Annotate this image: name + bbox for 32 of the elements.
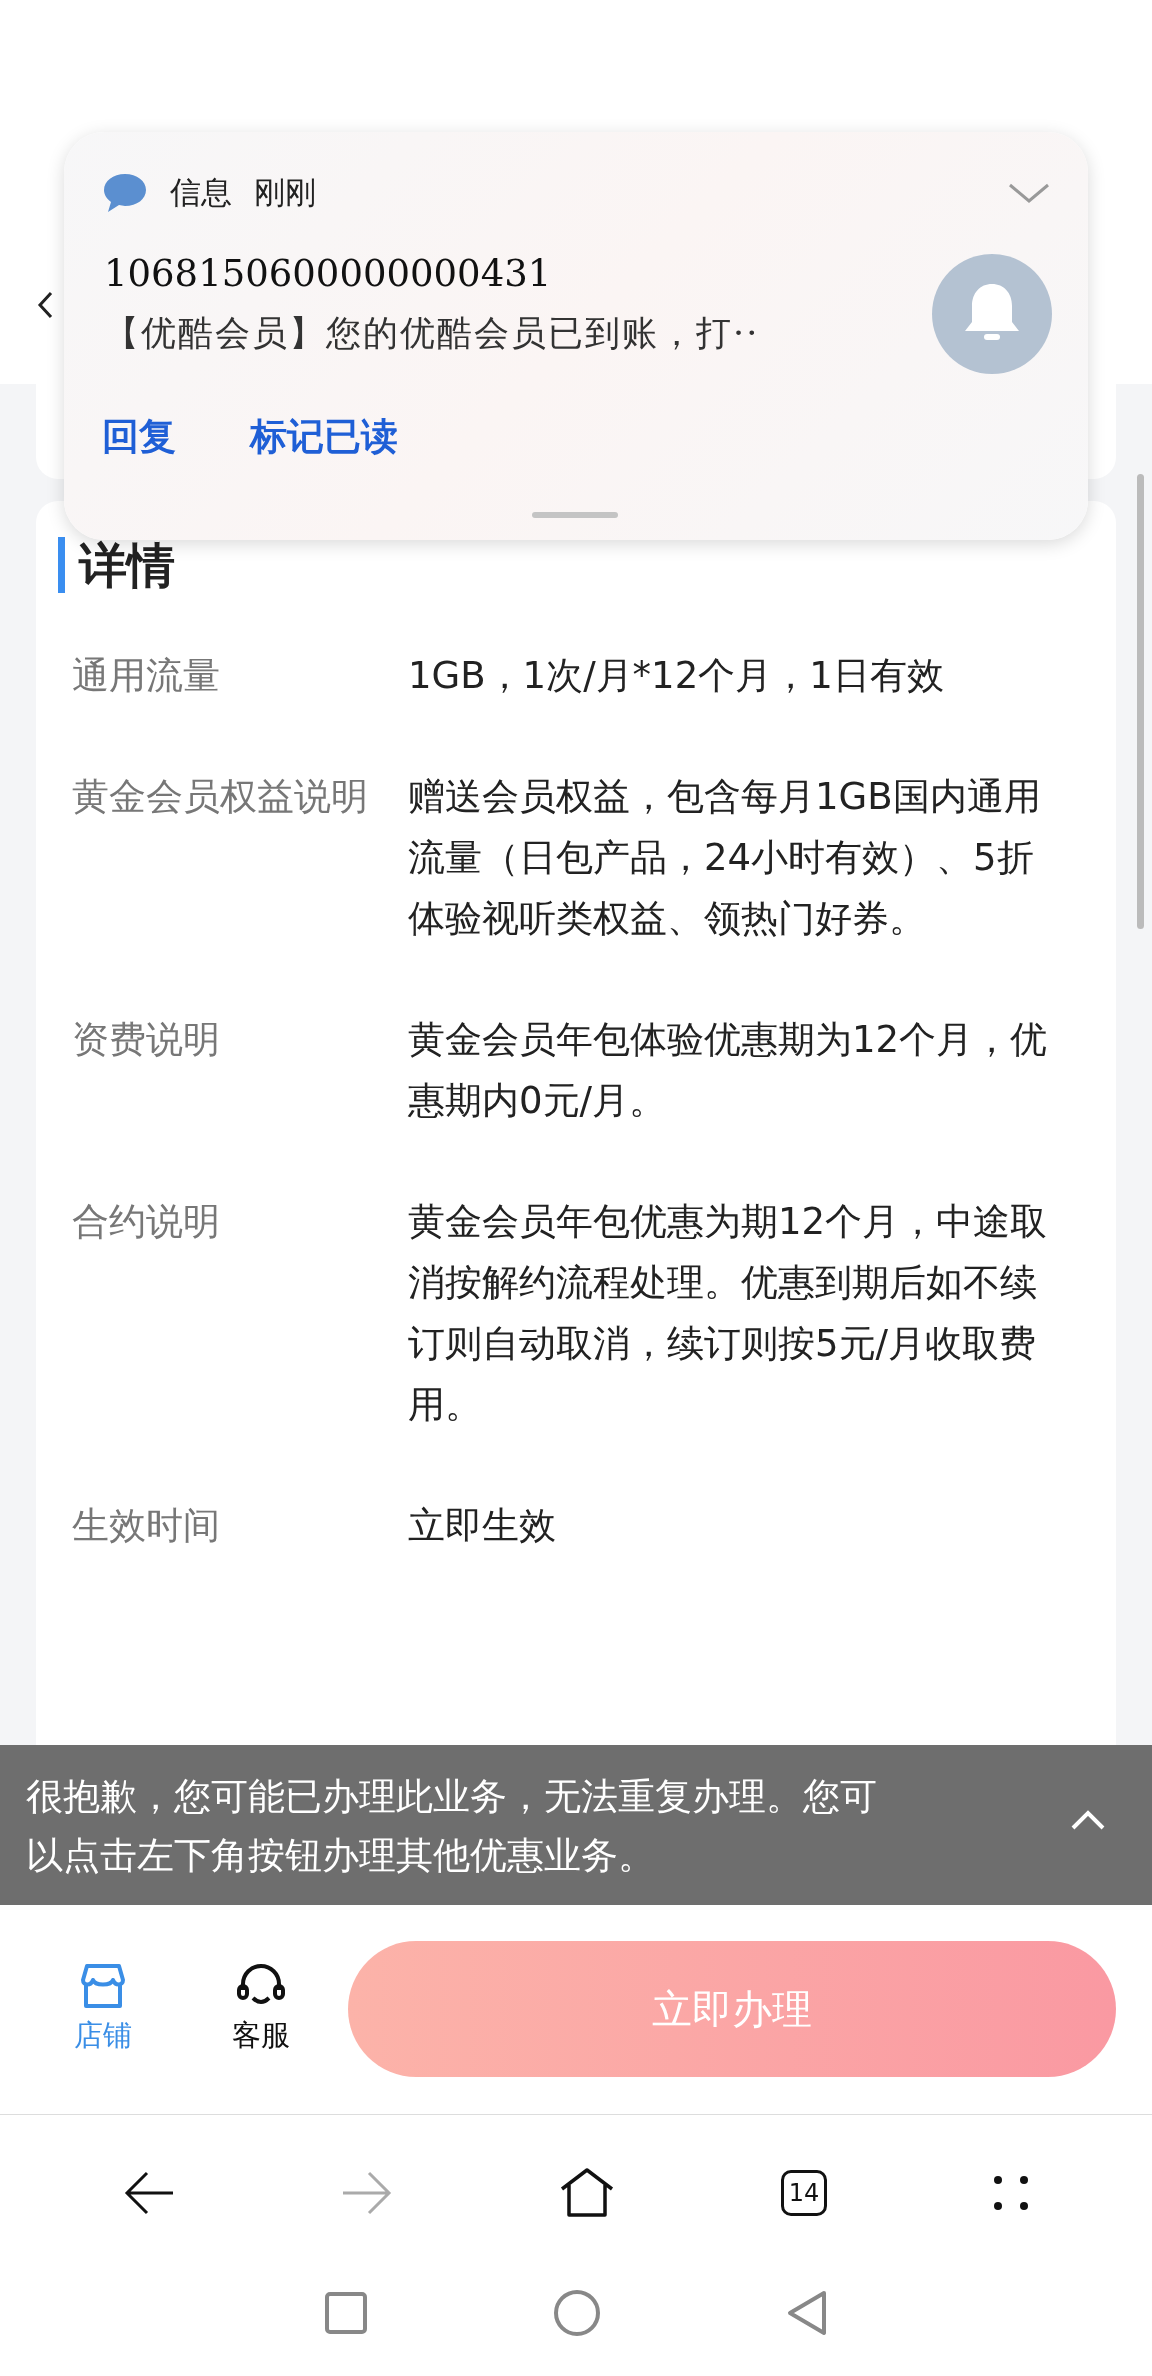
field-value: 立即生效	[408, 1503, 557, 1549]
tab-item[interactable]: 店铺	[24, 1962, 182, 2056]
action-link[interactable]: 标记已读	[250, 412, 398, 462]
bell-icon	[932, 254, 1052, 374]
field-label: 生效时间	[72, 1503, 221, 1549]
field-value: 黄金会员年包体验优惠期为12个月，优惠期内0元/月。	[408, 1017, 1049, 1124]
home-icon[interactable]	[559, 2166, 615, 2219]
action-link[interactable]: 回复	[102, 412, 176, 462]
field-label: 黄金会员权益说明	[72, 774, 369, 820]
notification-card[interactable]	[64, 132, 1088, 540]
field-value: 赠送会员权益，包含每月1GB国内通用流量（日包产品，24小时有效）、5折体验视听类权益、领热门好券。	[408, 774, 1042, 942]
timestamp: 刚刚	[254, 173, 316, 212]
field-label: 合约说明	[72, 1199, 221, 1245]
tab-count[interactable]: 14	[781, 2169, 827, 2216]
recents-icon[interactable]	[324, 2291, 368, 2335]
sender-number: 1068150600000000431	[104, 252, 552, 295]
drag-handle[interactable]	[532, 512, 618, 518]
chevron-up-icon[interactable]	[1070, 1809, 1106, 1831]
tab-item[interactable]: 客服	[182, 1962, 340, 2056]
back-triangle-icon[interactable]	[786, 2289, 828, 2337]
home-circle-icon[interactable]	[553, 2289, 601, 2337]
toast-message: 很抱歉，您可能已办理此业务，无法重复办理。您可以点击左下角按钮办理其他优惠业务。	[26, 1774, 878, 1879]
chevron-down-icon[interactable]	[1008, 182, 1050, 204]
back-arrow-icon[interactable]	[123, 2169, 175, 2216]
chat-bubble-icon	[102, 172, 148, 214]
field-value: 黄金会员年包优惠为期12个月，中途取消按解约流程处理。优惠到期后如不续订则自动取消，续订则按5元/月收取费用。	[408, 1199, 1049, 1428]
more-icon[interactable]	[993, 2174, 1029, 2211]
field-value: 1GB，1次/月*12个月，1日有效	[408, 653, 945, 699]
field-label: 资费说明	[72, 1017, 221, 1063]
field-label: 通用流量	[72, 653, 221, 699]
message-preview: 【优酷会员】您的优酷会员已到账，打··	[104, 312, 760, 355]
app-name: 信息	[170, 173, 232, 212]
